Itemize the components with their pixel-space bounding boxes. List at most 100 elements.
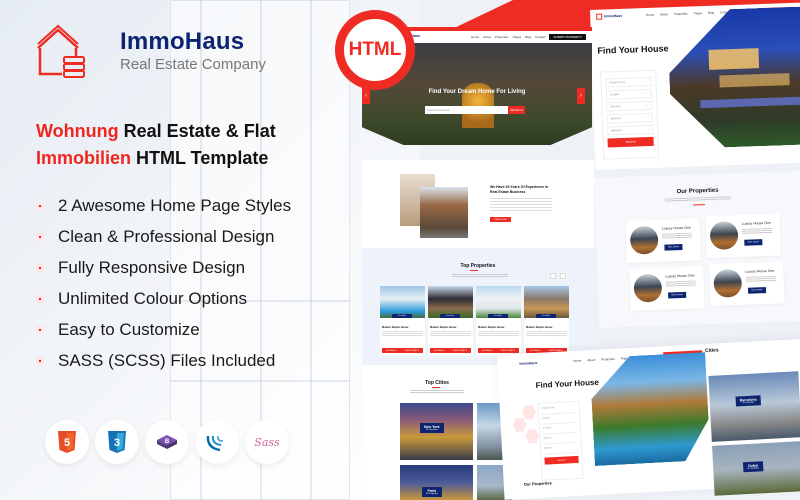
mock-select-field[interactable]: Sub Area ⌄ <box>606 100 653 112</box>
mock-nav-item[interactable]: Properties <box>601 357 615 362</box>
property-tag: For Sale <box>536 314 556 318</box>
mock-select-field[interactable]: Location <box>542 415 577 425</box>
property-address <box>741 227 773 235</box>
property-action[interactable]: $6,800/mo VIEW DETAILS <box>430 348 471 353</box>
property-card[interactable]: For Sale Modern Duplex House $6,800/mo VI… <box>380 286 425 356</box>
mock-select-field[interactable]: Bedroom ⌄ <box>606 112 653 124</box>
mock-nav-item[interactable]: About <box>587 358 595 362</box>
mock-nav-item[interactable]: Contact <box>535 35 545 39</box>
mock-nav-item[interactable]: Home <box>471 35 479 39</box>
property-tag: For Sale <box>392 314 412 318</box>
headline-highlight-1: Wohnung <box>36 121 119 141</box>
svg-text:3: 3 <box>114 437 120 449</box>
mock-nav-item[interactable]: Properties <box>674 12 688 16</box>
mock-nav-item[interactable]: Home <box>573 359 581 363</box>
feature-item: Fully Responsive Design <box>36 252 291 283</box>
mock-select-field[interactable]: Location ⌄ <box>605 88 653 100</box>
mock-nav-item[interactable]: About <box>660 12 668 16</box>
lit-window <box>719 73 789 87</box>
next-arrow-icon[interactable] <box>560 273 566 279</box>
property-name: Luxury House One <box>665 273 695 279</box>
mockup-home-2-bottom: ImmoHaus Home About Properties Pages Blo… <box>497 339 800 500</box>
more-details-button[interactable]: More Details <box>747 287 767 294</box>
mock-select-field[interactable]: Property Type <box>541 405 577 415</box>
brand-logo: ImmoHaus Real Estate Company <box>36 24 266 80</box>
chevron-left-icon[interactable]: ‹ <box>362 88 370 104</box>
read-more-button[interactable]: READ MORE <box>490 217 511 222</box>
mock-search-button[interactable]: SEARCH <box>607 136 654 148</box>
property-desc <box>382 331 423 337</box>
mock-logo: ImmoHaus <box>519 360 538 366</box>
top-cities-subtitle <box>410 390 464 394</box>
property-card[interactable]: For Sale Modern Duplex House $6,800/mo VI… <box>476 286 521 356</box>
mock-select-field[interactable]: Bathroom ⌄ <box>607 124 654 136</box>
property-address <box>745 275 776 283</box>
property-name: Modern Duplex House <box>478 326 505 329</box>
headline-text-2: HTML Template <box>131 148 269 168</box>
property-card[interactable]: For Rent Modern Duplex House $6,800/mo VI… <box>428 286 473 356</box>
mock-select-field[interactable]: Bathroom <box>543 445 579 455</box>
mock-form-title: Find Your House <box>535 377 600 391</box>
property-action[interactable]: $6,800/mo VIEW DETAILS <box>382 348 423 353</box>
tech-stack: 5 3 B Sass <box>45 420 289 464</box>
house-logo-icon <box>596 13 603 20</box>
feature-item: Easy to Customize <box>36 314 291 345</box>
feature-label: Clean & Professional Design <box>58 226 275 246</box>
property-card[interactable]: Luxury House One More Details <box>629 266 705 311</box>
property-name: Modern Duplex House <box>430 326 457 329</box>
feature-list: 2 Awesome Home Page Styles Clean & Profe… <box>36 190 291 376</box>
building-line <box>310 0 312 500</box>
mock-select-field[interactable]: Sub Area <box>542 425 578 435</box>
property-card[interactable]: Luxury House One More Details <box>709 261 785 307</box>
feature-label: Easy to Customize <box>58 319 200 339</box>
bullet-icon <box>36 201 44 210</box>
property-desc <box>526 331 567 337</box>
city-card[interactable]: Barcelona 05 Properties <box>708 371 800 442</box>
our-properties-title: Our Properties <box>676 187 719 196</box>
search-placeholder: Search Keyword <box>427 108 450 112</box>
mock-submit-button[interactable]: SUBMIT PROPERTY <box>549 34 586 40</box>
property-card[interactable]: Luxury House One More Details <box>625 218 701 263</box>
sass-icon: Sass <box>245 420 289 464</box>
css3-icon: 3 <box>95 420 139 464</box>
mock-nav-item[interactable]: Pages <box>513 35 522 39</box>
mock-select-field[interactable]: Property Type ⌄ <box>605 76 652 88</box>
mock-nav-item[interactable]: Blog <box>525 35 531 39</box>
city-card[interactable]: New York 05 Properties <box>400 403 473 460</box>
mock-nav-item[interactable]: Home <box>646 13 654 17</box>
mock-select-field[interactable]: Bedroom <box>543 435 578 445</box>
mock-hero-image <box>667 6 800 149</box>
brand-name: ImmoHaus <box>120 28 245 55</box>
mock-search-button[interactable]: SEARCH <box>544 455 579 465</box>
bullet-icon <box>36 325 44 334</box>
html5-icon: 5 <box>45 420 89 464</box>
more-details-button[interactable]: More Details <box>668 291 687 299</box>
mockup-top-cities: Top Cities New York 05 Properties Paris 05… <box>362 365 512 500</box>
bullet-icon <box>36 263 44 272</box>
mock-search-button[interactable]: SEARCH <box>508 106 525 114</box>
mock-search-input[interactable]: Search Keyword SEARCH <box>425 106 525 114</box>
top-cities-title: Top Cities <box>425 380 449 386</box>
title-underline <box>470 270 478 271</box>
city-card[interactable]: Paris 05 Properties <box>400 465 473 500</box>
mock-nav-item[interactable]: Pages <box>694 11 703 15</box>
more-details-button[interactable]: More Details <box>664 243 683 251</box>
mock-nav-item[interactable]: Blog <box>708 11 714 15</box>
svg-text:5: 5 <box>64 437 70 449</box>
jquery-icon <box>195 420 239 464</box>
chevron-right-icon[interactable]: › <box>577 88 585 104</box>
svg-text:Sass: Sass <box>254 436 280 449</box>
prev-arrow-icon[interactable] <box>550 273 556 279</box>
property-card[interactable]: For Sale Modern Duplex House $6,800/mo VI… <box>524 286 569 356</box>
more-details-button[interactable]: More Details <box>744 239 763 246</box>
property-action[interactable]: $6,800/mo VIEW DETAILS <box>478 348 519 353</box>
bootstrap-icon: B <box>145 420 189 464</box>
city-card[interactable]: Dubai 05 Properties <box>712 441 800 496</box>
feature-label: SASS (SCSS) Files Included <box>58 350 276 370</box>
mockup-about-properties: We Have 25 Years Of Experience In Real E… <box>362 160 594 365</box>
mock-nav-item[interactable]: About <box>483 35 491 39</box>
mock-nav-item[interactable]: Properties <box>495 35 509 39</box>
about-title: We Have 25 Years Of Experience In Real E… <box>490 185 549 194</box>
property-card[interactable]: Luxury House One More Details <box>705 213 781 259</box>
mock-form-title: Find Your House <box>597 43 669 56</box>
